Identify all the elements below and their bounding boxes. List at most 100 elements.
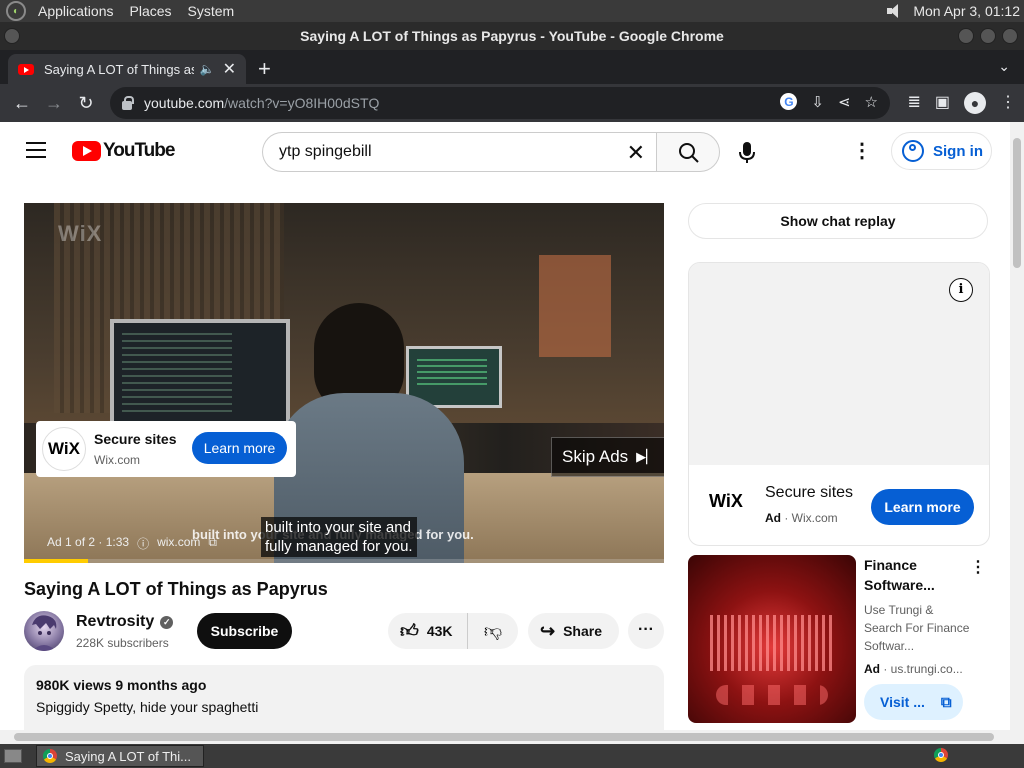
ad-info-icon[interactable]: i <box>949 278 973 302</box>
search-icon <box>679 143 699 163</box>
menu-system[interactable]: System <box>184 3 239 19</box>
sign-in-label: Sign in <box>933 142 983 160</box>
voice-search-button[interactable] <box>732 132 762 172</box>
volume-icon[interactable] <box>885 3 903 19</box>
search-button[interactable] <box>656 132 720 172</box>
address-bar[interactable]: youtube.com/watch?v=yO8IH00dSTQ G ⇩ ⋖ ☆ <box>110 87 890 119</box>
recommended-ad-title[interactable]: Finance Software... <box>864 555 964 595</box>
recommended-ad-menu-icon[interactable]: ⋮ <box>970 557 986 577</box>
ad-info-icon[interactable]: ⓘ <box>137 535 149 552</box>
youtube-play-logo-icon <box>72 141 101 161</box>
install-app-icon[interactable]: ⇩ <box>811 93 824 111</box>
clear-search-icon[interactable]: ✕ <box>627 140 645 166</box>
player-learn-more-button[interactable]: Learn more <box>192 432 287 464</box>
thumbs-down-icon: 👎︎ <box>483 621 503 641</box>
reload-icon[interactable]: ↻ <box>70 93 102 114</box>
taskbar-window-label: Saying A LOT of Thi... <box>65 748 191 764</box>
url-path: /watch?v=yO8IH00dSTQ <box>224 95 380 111</box>
vertical-scrollbar[interactable] <box>1010 122 1024 744</box>
recommended-ad[interactable]: Finance Software... ⋮ Use Trungi & Searc… <box>688 555 990 725</box>
visit-label: Visit ... <box>880 694 925 710</box>
window-menu-button[interactable] <box>4 28 20 44</box>
video-player[interactable]: WiX WiX Secure sites Wix.com Learn more … <box>24 203 664 563</box>
sign-in-button[interactable]: Sign in <box>891 132 992 170</box>
share-arrow-icon: ↪ <box>540 620 556 641</box>
horizontal-scrollbar[interactable] <box>0 730 1010 744</box>
sidebar-ad-logo: WiX <box>709 491 743 511</box>
ad-progress-bar[interactable] <box>24 559 664 563</box>
external-link-icon: ⧉ <box>940 693 952 711</box>
search-query: ytp spingebill <box>279 143 372 160</box>
vertical-scroll-thumb[interactable] <box>1013 138 1021 268</box>
caption-line-2: fully managed for you. <box>265 538 413 555</box>
menu-places[interactable]: Places <box>126 3 176 19</box>
youtube-logo[interactable]: YouTube <box>72 140 175 162</box>
more-actions-button[interactable]: ··· <box>628 613 664 649</box>
clock[interactable]: Mon Apr 3, 01:12 <box>913 3 1020 19</box>
forward-arrow-icon[interactable]: → <box>38 93 70 114</box>
hamburger-menu-icon[interactable] <box>26 142 46 158</box>
url-host: youtube.com <box>144 95 225 111</box>
visit-site-button[interactable]: Visit ... ⧉ <box>864 684 963 720</box>
ad-link[interactable]: wix.com <box>157 535 200 552</box>
sidebar-learn-more-button[interactable]: Learn more <box>871 489 974 525</box>
video-title: Saying A LOT of Things as Papyrus <box>24 579 328 599</box>
player-ad-domain: Wix.com <box>94 453 140 467</box>
new-tab-button[interactable]: + <box>258 56 271 82</box>
recommended-ad-thumbnail[interactable] <box>688 555 856 723</box>
close-tab-icon[interactable]: ✕ <box>223 59 236 79</box>
skip-ads-label: Skip Ads <box>562 447 629 466</box>
close-window-button[interactable] <box>1002 28 1018 44</box>
share-button[interactable]: ↪ Share <box>528 613 619 649</box>
youtube-header: YouTube ytp spingebill ✕ ⋮ Sign in <box>0 122 1010 180</box>
channel-name-label[interactable]: Revtrosity <box>76 613 154 631</box>
closed-caption: built into your site and fully managed f… <box>261 517 417 557</box>
dislike-button[interactable]: 👎︎ <box>468 620 518 642</box>
tray-chrome-icon[interactable] <box>934 748 948 762</box>
google-lens-icon[interactable]: G <box>780 93 798 110</box>
ad-status: Ad 1 of 2 · 1:33 ⓘ wix.com ⧉ <box>47 535 217 552</box>
tab-search-chevron-icon[interactable]: ⌄ <box>998 58 1010 75</box>
menu-applications[interactable]: Applications <box>34 3 118 19</box>
views-and-date: 980K views 9 months ago <box>36 677 207 693</box>
bookmark-star-icon[interactable]: ☆ <box>865 93 878 111</box>
show-chat-replay-button[interactable]: Show chat replay <box>688 203 988 239</box>
browser-toolbar: ← → ↻ youtube.com/watch?v=yO8IH00dSTQ G … <box>0 84 1024 122</box>
settings-more-icon[interactable]: ⋮ <box>852 138 872 164</box>
window-title-bar: Saying A LOT of Things as Papyrus - YouT… <box>0 22 1024 50</box>
chrome-menu-icon[interactable]: ⋮ <box>1000 92 1016 114</box>
minimize-button[interactable] <box>958 28 974 44</box>
show-desktop-icon[interactable] <box>4 749 22 763</box>
browser-tab[interactable]: Saying A LOT of Things as Papyrus - YouT… <box>8 54 246 84</box>
sidebar-ad-media[interactable] <box>689 263 989 465</box>
media-controls-icon[interactable]: ≣ <box>907 92 920 114</box>
maximize-button[interactable] <box>980 28 996 44</box>
like-count: 43K <box>426 623 453 639</box>
taskbar-window-button[interactable]: Saying A LOT of Thi... <box>36 745 204 767</box>
horizontal-scroll-thumb[interactable] <box>14 733 994 741</box>
search-input[interactable]: ytp spingebill ✕ <box>262 132 657 172</box>
caption-line-1: built into your site and <box>265 519 411 536</box>
player-ad-card[interactable]: WiX Secure sites Wix.com Learn more <box>36 421 296 477</box>
lock-icon[interactable] <box>122 95 134 110</box>
sidebar-ad[interactable]: i WiX Secure sites Ad · Wix.com Learn mo… <box>688 262 990 546</box>
channel-avatar[interactable] <box>24 611 64 651</box>
recommended-ad-meta: Ad · us.trungi.co... <box>864 662 963 676</box>
account-icon <box>902 140 924 162</box>
channel-name[interactable]: Revtrosity ✓ <box>76 613 174 631</box>
tab-title: Saying A LOT of Things as Papyrus - YouT… <box>44 61 194 77</box>
profile-icon[interactable]: ● <box>964 92 986 114</box>
wix-watermark: WiX <box>58 221 103 246</box>
share-page-icon[interactable]: ⋖ <box>838 93 851 111</box>
ad-progress-fill <box>24 559 88 563</box>
recommended-ad-description: Use Trungi & Search For Finance Softwar.… <box>864 603 970 653</box>
sidebar-ad-title[interactable]: Secure sites <box>765 484 853 502</box>
distro-logo-icon[interactable]: ◐ <box>6 1 26 21</box>
subscribe-button[interactable]: Subscribe <box>197 613 292 649</box>
side-panel-icon[interactable]: ▣ <box>935 92 950 114</box>
external-link-icon[interactable]: ⧉ <box>208 535 217 552</box>
speaker-icon[interactable]: 🔈 <box>200 62 215 76</box>
back-arrow-icon[interactable]: ← <box>6 93 38 114</box>
like-button[interactable]: 👍︎ 43K <box>388 613 468 649</box>
skip-ads-button[interactable]: Skip Ads ▶▏ <box>551 437 664 477</box>
